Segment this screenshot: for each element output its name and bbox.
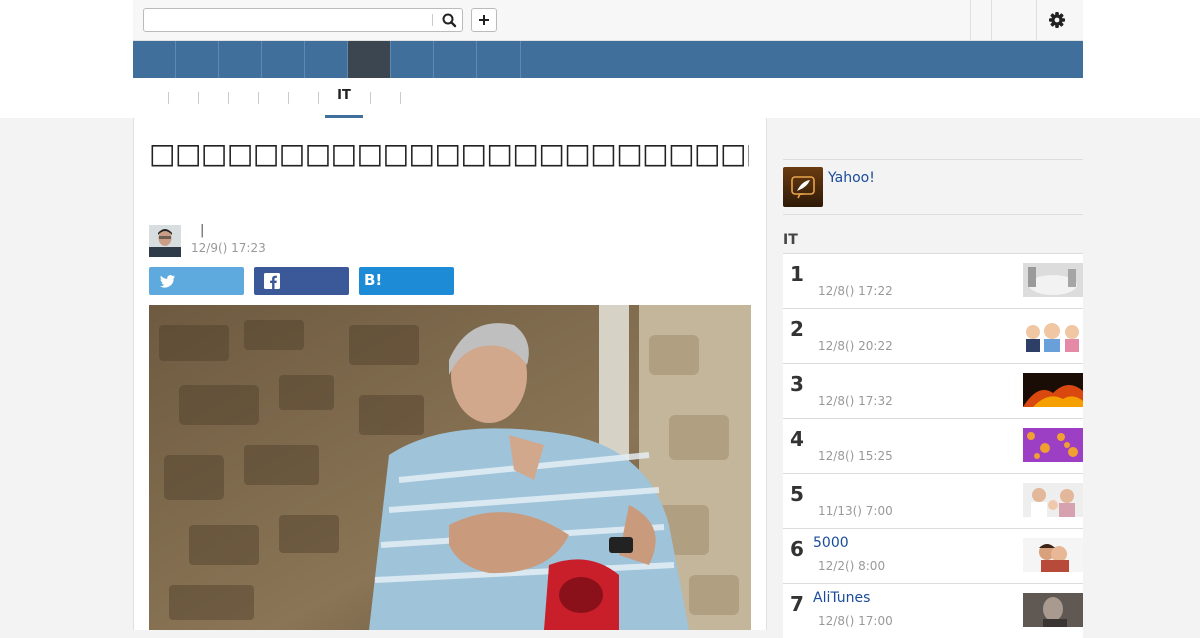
- sidebar: Yahoo! IT 1 12/8() 17:22 2 12/8() 20:22 …: [783, 118, 1083, 638]
- subnav-divider: [228, 92, 229, 104]
- gear-icon: [1049, 12, 1065, 28]
- subnav-divider: [198, 92, 199, 104]
- search-input[interactable]: [150, 11, 424, 31]
- ranking-item[interactable]: 2 12/8() 20:22: [783, 308, 1083, 363]
- hatena-bookmark-button[interactable]: B!: [359, 267, 454, 295]
- article-hero-image: [149, 305, 751, 630]
- rank-date: 11/13() 7:00: [818, 504, 893, 518]
- rank-thumbnail[interactable]: [1023, 428, 1083, 462]
- tab-it-label: IT: [337, 88, 351, 103]
- search-separator: [432, 14, 433, 26]
- rank-number: 4: [790, 427, 804, 451]
- facebook-share-button[interactable]: [254, 267, 349, 295]
- nav-item-active[interactable]: [348, 41, 391, 78]
- ranking-item[interactable]: 1 12/8() 17:22: [783, 253, 1083, 308]
- ranking-list: 1 12/8() 17:22 2 12/8() 20:22 3 12/8() 1…: [783, 253, 1083, 638]
- ranking-item[interactable]: 5 11/13() 7:00: [783, 473, 1083, 528]
- ranking-title: IT: [783, 232, 798, 248]
- twitter-icon: [160, 275, 175, 288]
- rank-number: 2: [790, 317, 804, 341]
- nav-item[interactable]: [391, 41, 434, 78]
- search-button[interactable]: [438, 11, 460, 29]
- rank-thumbnail[interactable]: [1023, 373, 1083, 407]
- article-title: □□□□□□□□□□□□□□□□□□□□□□□□□□□□□□□□□□□: [149, 137, 749, 170]
- ranking-item[interactable]: 3 12/8() 17:32: [783, 363, 1083, 418]
- add-button[interactable]: [471, 8, 497, 32]
- subnav-divider: [258, 92, 259, 104]
- subnav-divider: [168, 92, 169, 104]
- rank-title[interactable]: AliTunes: [813, 590, 870, 606]
- nav-item[interactable]: [133, 41, 176, 78]
- category-nav: [133, 41, 1083, 78]
- search-icon: [442, 13, 457, 28]
- article-main: □□□□□□□□□□□□□□□□□□□□□□□□□□□□□□□□□□□ | 12…: [133, 118, 767, 630]
- subnav-divider: [400, 92, 401, 104]
- rank-thumbnail[interactable]: [1023, 593, 1083, 627]
- settings-button[interactable]: [1045, 9, 1069, 31]
- rank-number: 1: [790, 262, 804, 286]
- facebook-icon: [264, 273, 280, 289]
- plus-icon: [479, 15, 489, 25]
- rank-thumbnail[interactable]: [1023, 318, 1083, 352]
- rank-thumbnail[interactable]: [1023, 538, 1083, 572]
- nav-item[interactable]: [219, 41, 262, 78]
- rank-title[interactable]: 5000: [813, 535, 849, 551]
- subnav-divider: [370, 92, 371, 104]
- rank-number: 3: [790, 372, 804, 396]
- feather-icon: [783, 167, 823, 207]
- subnav-divider: [318, 92, 319, 104]
- nav-item[interactable]: [176, 41, 219, 78]
- sub-nav: [133, 78, 1083, 118]
- rank-date: 12/8() 20:22: [818, 339, 893, 353]
- author-photo: [149, 225, 181, 257]
- nav-item[interactable]: [477, 41, 521, 78]
- ranking-item[interactable]: 6 5000 12/2() 8:00: [783, 528, 1083, 583]
- tab-it[interactable]: IT: [325, 88, 363, 118]
- promo-block[interactable]: Yahoo!: [783, 159, 1083, 215]
- search-box[interactable]: [143, 8, 463, 32]
- promo-link[interactable]: Yahoo!: [828, 170, 875, 186]
- subnav-divider: [288, 92, 289, 104]
- author-avatar[interactable]: [149, 225, 181, 257]
- header-divider: [991, 0, 992, 40]
- rank-number: 5: [790, 482, 804, 506]
- header-bar: [133, 0, 1083, 41]
- rank-date: 12/8() 17:32: [818, 394, 893, 408]
- rank-date: 12/8() 17:00: [818, 614, 893, 628]
- author-name-separator: |: [200, 223, 205, 238]
- publish-date: 12/9() 17:23: [191, 241, 266, 255]
- header-divider: [970, 0, 971, 40]
- rank-thumbnail[interactable]: [1023, 483, 1083, 517]
- rank-number: 6: [790, 537, 804, 561]
- rank-date: 12/2() 8:00: [818, 559, 886, 573]
- twitter-share-button[interactable]: [149, 267, 244, 295]
- nav-item[interactable]: [305, 41, 348, 78]
- rank-date: 12/8() 15:25: [818, 449, 893, 463]
- header-divider: [1036, 0, 1037, 40]
- rank-date: 12/8() 17:22: [818, 284, 893, 298]
- nav-item[interactable]: [434, 41, 477, 78]
- rank-number: 7: [790, 592, 804, 616]
- rank-thumbnail[interactable]: [1023, 263, 1083, 297]
- hatena-bookmark-label: B!: [364, 271, 383, 289]
- ranking-item[interactable]: 4 12/8() 15:25: [783, 418, 1083, 473]
- nav-item[interactable]: [262, 41, 305, 78]
- hero-photo: [149, 305, 751, 630]
